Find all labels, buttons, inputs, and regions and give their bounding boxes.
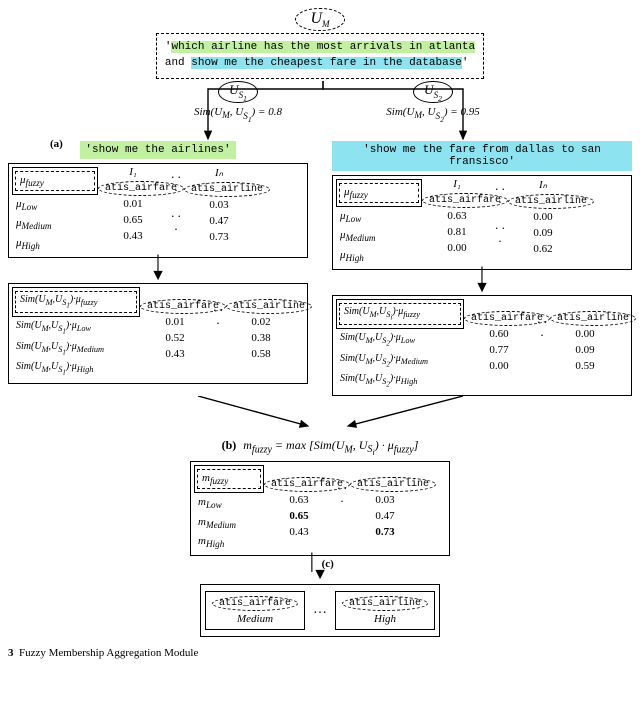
figure-caption: 3 Fuzzy Membership Aggregation Module — [8, 647, 632, 659]
sim-right: Sim(UM, US2) = 0.95 — [353, 106, 513, 123]
sim-left: Sim(UM, US1) = 0.8 — [168, 106, 308, 123]
utterance-part-1: which airline has the most arrivals in a… — [171, 41, 475, 53]
simmu-table-right: Sim(UM,USi)·μfuzzy Sim(UM,US2)·μLow Sim(… — [332, 295, 632, 396]
final-cell-left: atis_airfare Medium — [205, 591, 305, 630]
mu-table-right: μfuzzy μLow μMedium μHigh I₁ atis_airfar… — [332, 175, 632, 270]
mu-row-header: μfuzzy — [15, 171, 95, 191]
phrase-right: 'show me the fare from dallas to san fra… — [332, 141, 632, 171]
final-box: atis_airfare Medium … atis_airline High — [200, 584, 440, 637]
phrase-left: 'show me the airlines' — [80, 141, 235, 159]
arrow-down-icon: │ (c)▼ — [8, 557, 632, 580]
m-table: mfuzzy mLow mMedium mHigh atis_airfare 0… — [190, 461, 450, 556]
um-label: UM — [295, 8, 344, 31]
left-column: 'show me the airlines' μfuzzy μLow μMedi… — [8, 141, 308, 396]
formula-b: (b) mfuzzy = max [Sim(UM, USi) · μfuzzy] — [8, 438, 632, 457]
right-column: 'show me the fare from dallas to san fra… — [332, 141, 632, 396]
utterance-box: 'which airline has the most arrivals in … — [156, 33, 484, 79]
final-cell-right: atis_airline High — [335, 591, 435, 630]
mu-table-left: μfuzzy μLow μMedium μHigh I₁ atis_airfar… — [8, 163, 308, 258]
ellipsis-icon: . . .. . . — [168, 167, 184, 254]
utterance-part-2: show me the cheapest fare in the databas… — [191, 57, 462, 69]
edge-right-label: US2 — [413, 81, 453, 103]
ellipsis-icon: … — [313, 602, 327, 618]
arrow-down-icon: │▼ — [8, 259, 308, 281]
arrow-down-icon: │▼ — [332, 271, 632, 293]
edge-left-label: US1 — [218, 81, 258, 103]
simmu-table-left: Sim(UM,US1)·μfuzzy Sim(UM,US1)·μLow Sim(… — [8, 283, 308, 384]
